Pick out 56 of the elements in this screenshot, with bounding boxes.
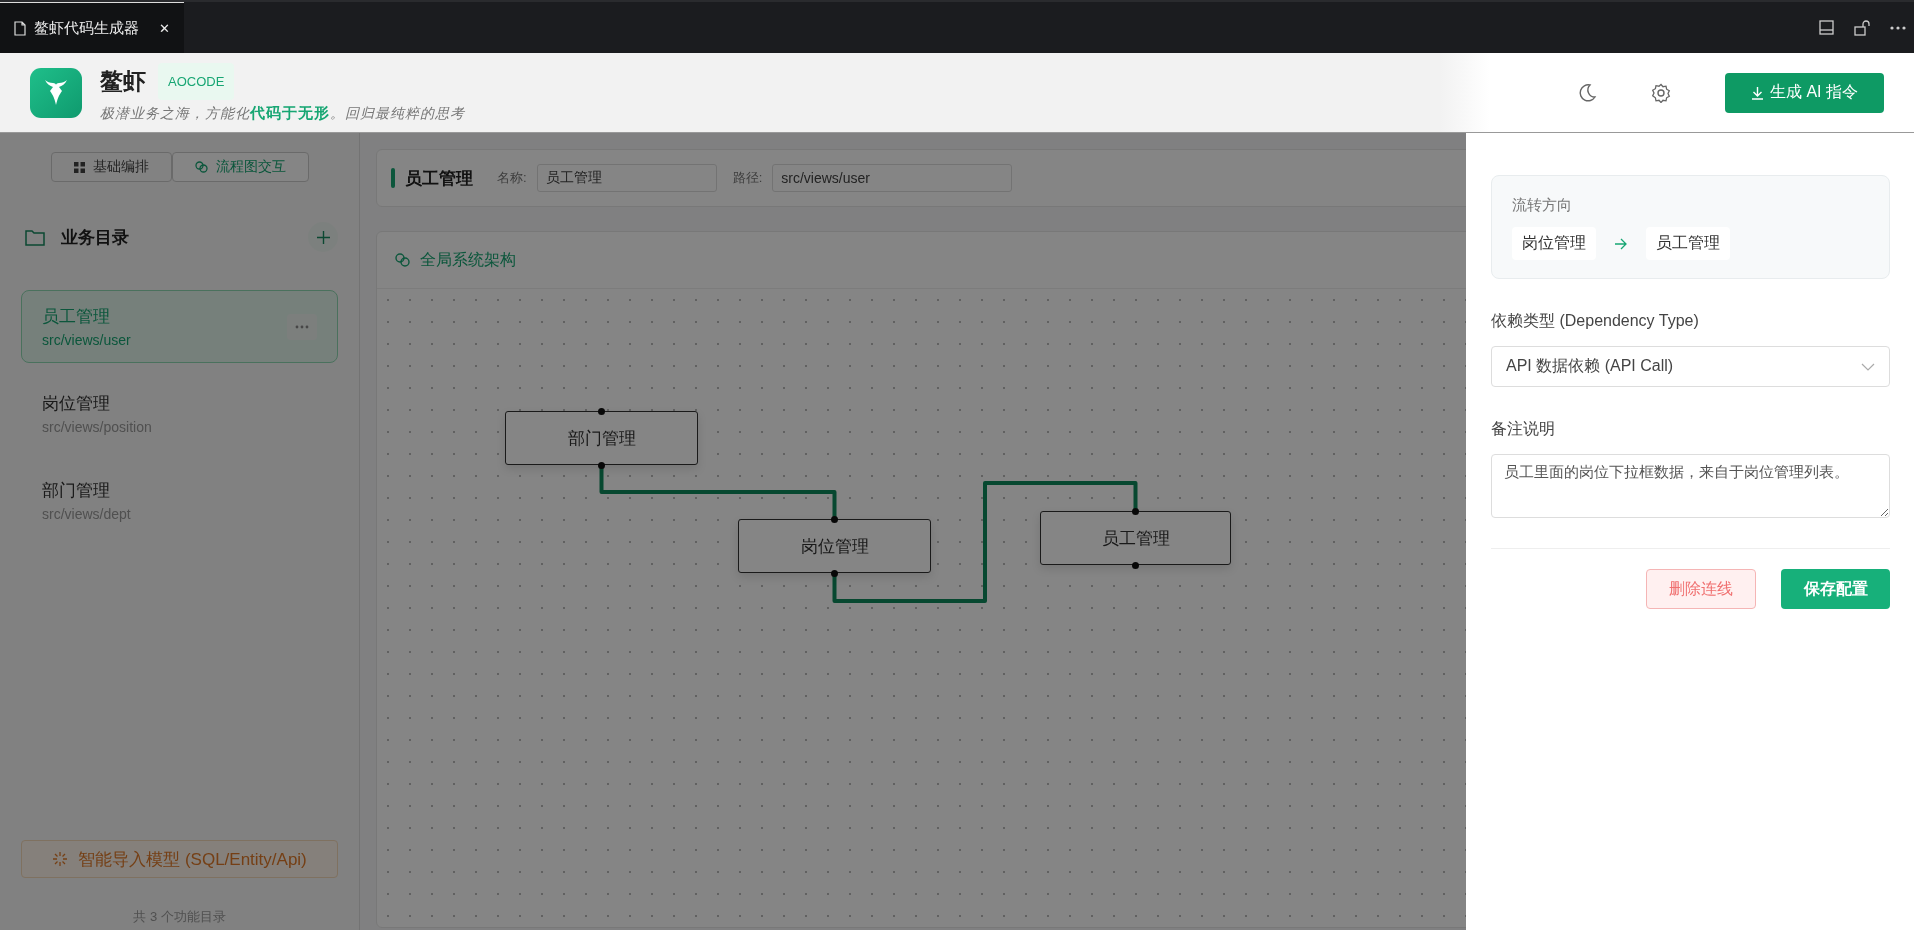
close-button[interactable]: ✕ [159,20,170,36]
logo-icon [30,67,82,118]
unlock-icon[interactable] [1854,19,1870,36]
connection-handle[interactable] [1132,507,1139,515]
app-name: 鳌虾 [100,66,146,96]
mode-tab[interactable]: 基础编排 [50,152,172,182]
more-icon[interactable] [1890,25,1906,30]
target-node-chip: 员工管理 [1646,227,1730,260]
item-path: src/views/user [42,332,132,348]
dependency-select[interactable]: API 数据依赖 (API Call) [1491,346,1890,387]
link-icon [194,161,208,173]
editor-tab[interactable]: 鳌虾代码生成器 ✕ [0,2,184,53]
flow-node[interactable]: 岗位管理 [738,519,931,573]
connection-handle[interactable] [1132,561,1139,569]
sparkle-icon [52,851,69,867]
dependency-label: 依赖类型 (Dependency Type) [1491,311,1700,331]
plus-icon [316,230,330,244]
generate-button[interactable]: 生成 AI 指令 [1725,72,1884,113]
note-label: 备注说明 [1491,419,1556,439]
canvas-title: 全局系统架构 [420,249,516,270]
panel-icon[interactable] [1819,20,1834,35]
arrow-icon [1614,237,1628,250]
field-label: 名称: [497,169,527,187]
source-node-chip: 岗位管理 [1512,227,1596,260]
module-title: 员工管理 [405,167,473,190]
version-badge: AOCODE [158,62,235,100]
flow-node[interactable]: 部门管理 [505,411,698,465]
path-field[interactable]: src/views/user [772,164,1013,192]
item-name: 员工管理 [42,306,111,328]
connection-handle[interactable] [831,515,838,523]
note-field[interactable]: 员工里面的岗位下拉框数据，来自于岗位管理列表。 [1491,454,1890,518]
name-field[interactable]: 员工管理 [536,164,717,192]
slogan: 极潜业务之海，方能化代码于无形。回归最纯粹的思考 [100,103,465,123]
mode-tab[interactable]: 流程图交互 [171,152,309,182]
chevron-down-icon [1861,362,1875,371]
add-button[interactable] [308,222,338,252]
field-label: 路径: [732,169,763,187]
tab-title: 鳌虾代码生成器 [34,18,139,38]
moon-icon[interactable] [1577,82,1597,103]
grid-icon [73,161,85,173]
download-icon [1751,85,1764,100]
flow-node[interactable]: 员工管理 [1040,511,1231,565]
section-title: 业务目录 [61,226,129,249]
connection-handle[interactable] [598,461,605,469]
more-icon [295,324,309,329]
save-button[interactable]: 保存配置 [1781,569,1890,609]
link-icon [395,253,410,267]
connection-handle[interactable] [831,569,838,577]
connection-handle[interactable] [598,407,605,415]
delete-button[interactable]: 删除连线 [1646,569,1756,609]
settings-icon[interactable] [1651,82,1671,103]
direction-label: 流转方向 [1512,196,1573,215]
folder-icon [25,228,45,246]
item-name: 岗位管理 [42,393,111,415]
item-name: 部门管理 [42,480,111,502]
file-icon [14,20,26,36]
